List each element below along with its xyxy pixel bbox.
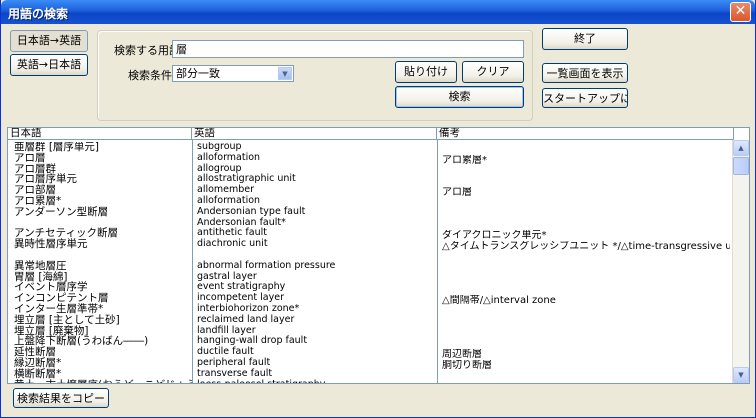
- exit-button[interactable]: 終了: [542, 28, 628, 50]
- search-group: 検索する用語: 層 検索条件: 部分一致 ▼ 貼り付け クリア 検索: [97, 30, 533, 121]
- en-to-jp-button[interactable]: 英語→日本語: [10, 54, 88, 76]
- clear-button[interactable]: クリア: [462, 61, 524, 83]
- list-item[interactable]: alloformation: [197, 152, 439, 164]
- title-bar[interactable]: 用語の検索 ✕: [1, 0, 755, 24]
- dropdown-arrow-icon[interactable]: ▼: [278, 67, 292, 80]
- list-item[interactable]: transverse fault: [197, 368, 439, 380]
- jp-column: 亜層群 [層序単元] アロ層 アロ層群 アロ層序単元 アロ部層 アロ累層* アンダーソン型断…: [14, 142, 192, 383]
- list-item[interactable]: reclaimed land layer: [197, 314, 439, 326]
- scroll-down-icon: ▼: [738, 371, 744, 379]
- close-button[interactable]: ✕: [730, 2, 751, 22]
- note-item[interactable]: 周辺断層: [442, 349, 730, 360]
- search-button[interactable]: 検索: [395, 86, 524, 108]
- en-column: subgroup alloformation allogroup allostrati…: [197, 142, 439, 383]
- vertical-scrollbar[interactable]: ▲ ▼: [732, 140, 749, 383]
- list-item[interactable]: 異常地層圧: [14, 260, 192, 272]
- list-item[interactable]: 埋立層 [主として土砂]: [14, 314, 192, 326]
- paste-button[interactable]: 貼り付け: [395, 61, 457, 83]
- copy-results-button[interactable]: 検索結果をコピー: [13, 388, 109, 408]
- scroll-down-button[interactable]: ▼: [733, 367, 749, 383]
- list-view-button[interactable]: 一覧画面を表示: [542, 63, 628, 83]
- list-item[interactable]: アロ層: [14, 152, 192, 164]
- search-term-input[interactable]: 層: [172, 40, 524, 58]
- condition-value: 部分一致: [176, 67, 220, 80]
- list-item[interactable]: loess-paleosol stratigraphy: [197, 379, 439, 383]
- close-icon: ✕: [734, 3, 747, 19]
- list-item[interactable]: Andersonian type fault: [197, 206, 439, 218]
- note-item[interactable]: △間隔帯/△interval zone: [442, 295, 730, 306]
- results-list[interactable]: 日本語 英語 備考 亜層群 [層序単元] アロ層 アロ層群 アロ層序単元 アロ部層 アロ累…: [7, 127, 750, 384]
- column-header-note[interactable]: 備考: [437, 128, 734, 140]
- column-header-en[interactable]: 英語: [192, 128, 437, 140]
- list-item[interactable]: 黄土－古土壌層序(おうどーこどじょう――: [14, 379, 192, 383]
- note-item[interactable]: ダイアクロニック単元*: [442, 230, 730, 241]
- list-item[interactable]: アンダーソン型断層: [14, 206, 192, 218]
- window-title: 用語の検索: [8, 7, 69, 21]
- condition-select[interactable]: 部分一致 ▼: [172, 65, 294, 82]
- column-header-jp[interactable]: 日本語: [8, 128, 192, 140]
- list-item[interactable]: abnormal formation pressure: [197, 260, 439, 272]
- list-item[interactable]: diachronic unit: [197, 238, 439, 250]
- note-item[interactable]: 胴切り断層: [442, 360, 730, 371]
- scroll-up-icon: ▲: [738, 144, 744, 152]
- list-item[interactable]: 横断断層*: [14, 368, 192, 380]
- startup-button[interactable]: スタートアップに戻る: [542, 88, 628, 108]
- list-item[interactable]: 異時性層序単元: [14, 239, 192, 250]
- scroll-up-button[interactable]: ▲: [733, 140, 749, 156]
- condition-label: 検索条件:: [128, 69, 176, 82]
- scroll-thumb[interactable]: [733, 157, 749, 175]
- column-divider: [192, 140, 193, 383]
- note-item[interactable]: アロ累層*: [442, 155, 730, 166]
- search-window: 用語の検索 ✕ 日本語→英語 英語→日本語 検索する用語: 層 検索条件: 部分…: [0, 0, 756, 418]
- jp-to-en-button[interactable]: 日本語→英語: [10, 30, 88, 52]
- note-item[interactable]: △タイムトランスグレッシブユニット */△time-transgressive …: [442, 241, 730, 252]
- note-item[interactable]: アロ層: [442, 187, 730, 198]
